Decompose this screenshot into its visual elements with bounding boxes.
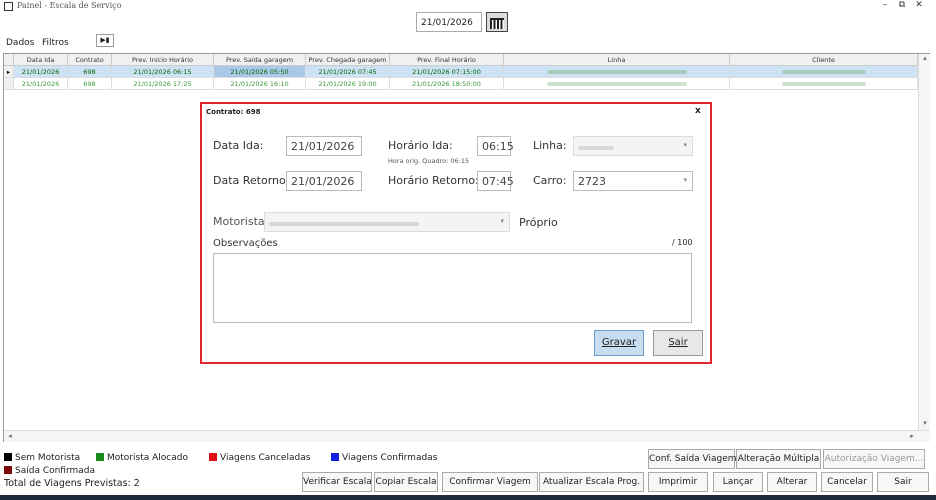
legend-viagens-canceladas: Viagens Canceladas xyxy=(209,453,310,463)
table-cell[interactable]: 21/01/2026 18:50:00 xyxy=(390,78,504,90)
table-cell[interactable]: 698 xyxy=(68,66,112,78)
horario-retorno-field[interactable]: 07:45 xyxy=(477,171,514,191)
chevron-down-icon: ▾ xyxy=(683,176,687,184)
table-cell[interactable]: 21/01/2026 16:10 xyxy=(214,78,306,90)
legend-swatch xyxy=(4,466,12,474)
close-window-button[interactable]: ✕ xyxy=(912,0,926,10)
chevron-down-icon: ▾ xyxy=(683,141,687,149)
contract-dialog: Contrato: 698 x Data Ida: 21/01/2026 Hor… xyxy=(200,102,712,364)
motorista-label: Motorista: xyxy=(213,215,269,228)
scroll-down-icon[interactable]: ▾ xyxy=(920,419,930,427)
legend-swatch xyxy=(4,453,12,461)
table-cell[interactable]: 21/01/2026 06:15 xyxy=(112,66,214,78)
data-ida-label: Data Ida: xyxy=(213,139,264,152)
scroll-right-icon[interactable]: ▸ xyxy=(907,432,917,440)
verificar-escala-button[interactable]: Verificar Escala xyxy=(302,472,372,492)
horario-retorno-label: Horário Retorno: xyxy=(388,174,479,187)
proprio-label: Próprio xyxy=(519,216,558,229)
dialog-close-icon[interactable]: x xyxy=(695,106,701,116)
row-selector[interactable] xyxy=(4,78,14,90)
atualizar-escala-button[interactable]: Atualizar Escala Prog. xyxy=(539,472,644,492)
nav-last-button[interactable]: ▶▮ xyxy=(96,34,114,47)
scroll-left-icon[interactable]: ◂ xyxy=(5,432,15,440)
table-cell-blurred[interactable] xyxy=(504,66,730,78)
observacoes-counter: / 100 xyxy=(672,238,693,247)
table-cell[interactable]: 21/01/2026 07:45 xyxy=(306,66,390,78)
table-cell-blurred[interactable] xyxy=(730,66,918,78)
col-prev-chegada[interactable]: Prev. Chegada garagem xyxy=(306,54,390,66)
horizontal-scrollbar[interactable]: ◂ ▸ xyxy=(4,430,930,442)
tab-filtros[interactable]: Filtros xyxy=(42,38,69,48)
col-data-ida[interactable]: Data Ida xyxy=(14,54,68,66)
lancar-button[interactable]: Lançar xyxy=(713,472,763,492)
table-cell[interactable]: 21/01/2026 19:00 xyxy=(306,78,390,90)
carro-select[interactable]: 2723 ▾ xyxy=(573,171,693,191)
confirmar-viagem-button[interactable]: Confirmar Viagem xyxy=(442,472,538,492)
legend-swatch xyxy=(331,453,339,461)
total-viagens: Total de Viagens Previstas: 2 xyxy=(4,478,140,489)
chevron-down-icon: ▾ xyxy=(500,217,504,225)
table-cell-blurred[interactable] xyxy=(504,78,730,90)
legend-sem-motorista: Sem Motorista xyxy=(4,453,80,463)
col-prev-final[interactable]: Prev. Final Horário xyxy=(390,54,504,66)
vertical-scrollbar[interactable]: ▴ ▾ xyxy=(918,54,930,441)
sair-dialog-button[interactable]: Sair xyxy=(653,330,703,356)
observacoes-label: Observações xyxy=(213,238,278,249)
restore-button[interactable]: ⧉ xyxy=(895,0,909,10)
row-selector[interactable]: ▸ xyxy=(4,66,14,78)
scroll-up-icon[interactable]: ▴ xyxy=(920,54,930,62)
observacoes-textarea[interactable] xyxy=(213,253,692,323)
dialog-title: Contrato: 698 xyxy=(206,108,261,116)
legend-swatch xyxy=(96,453,104,461)
table-cell[interactable]: 21/01/2026 xyxy=(14,66,68,78)
col-prev-saida[interactable]: Prev. Saída garagem xyxy=(214,54,306,66)
data-retorno-label: Data Retorno: xyxy=(213,174,290,187)
col-cliente[interactable]: Cliente xyxy=(730,54,918,66)
legend-motorista-alocado: Motorista Alocado xyxy=(96,453,188,463)
alterar-button[interactable]: Alterar xyxy=(767,472,817,492)
table-cell-blurred[interactable] xyxy=(730,78,918,90)
table-cell[interactable]: 698 xyxy=(68,78,112,90)
horario-ida-field[interactable]: 06:15 xyxy=(477,136,514,156)
row-header-corner xyxy=(4,54,14,66)
table-cell[interactable]: 21/01/2026 05:50 xyxy=(214,66,306,78)
copiar-escala-button[interactable]: Copiar Escala xyxy=(374,472,438,492)
date-field[interactable]: 21/01/2026 xyxy=(416,12,482,32)
col-contrato[interactable]: Contrato xyxy=(68,54,112,66)
motorista-select[interactable]: ▾ xyxy=(264,212,510,232)
data-ida-field[interactable]: 21/01/2026 xyxy=(286,136,362,156)
carro-label: Carro: xyxy=(533,174,567,187)
carro-value: 2723 xyxy=(578,175,606,188)
legend-swatch xyxy=(209,453,217,461)
autorizacao-button[interactable]: Autorização Viagem... xyxy=(823,449,925,469)
cancelar-button[interactable]: Cancelar xyxy=(821,472,873,492)
hora-orig-note: Hora orig. Quadro: 06:15 xyxy=(388,157,470,165)
col-linha[interactable]: Linha xyxy=(504,54,730,66)
table-cell[interactable]: 21/01/2026 xyxy=(14,78,68,90)
table-cell[interactable]: 21/01/2026 07:15:00 xyxy=(390,66,504,78)
minimize-button[interactable]: – xyxy=(878,0,892,10)
window-title: Painel - Escala de Serviço xyxy=(17,1,122,10)
horario-ida-label: Horário Ida: xyxy=(388,139,453,152)
calendar-icon[interactable] xyxy=(486,12,508,32)
tab-dados[interactable]: Dados xyxy=(6,38,34,48)
conf-saida-button[interactable]: Conf. Saída Viagem xyxy=(648,449,737,469)
taskbar xyxy=(0,495,936,500)
gravar-button[interactable]: Gravar xyxy=(594,330,644,356)
alteracao-multipla-button[interactable]: Alteração Múltipla xyxy=(736,449,821,469)
imprimir-button[interactable]: Imprimir xyxy=(648,472,708,492)
col-prev-inicio[interactable]: Prev. Início Horário xyxy=(112,54,214,66)
table-cell[interactable]: 21/01/2026 17:25 xyxy=(112,78,214,90)
linha-label: Linha: xyxy=(533,139,567,152)
legend-viagens-confirmadas: Viagens Confirmadas xyxy=(331,453,437,463)
linha-select[interactable]: ▾ xyxy=(573,136,693,156)
legend-saida-confirmada: Saída Confirmada xyxy=(4,466,95,476)
data-retorno-field[interactable]: 21/01/2026 xyxy=(286,171,362,191)
app-icon xyxy=(4,2,13,11)
sair-button[interactable]: Sair xyxy=(877,472,929,492)
